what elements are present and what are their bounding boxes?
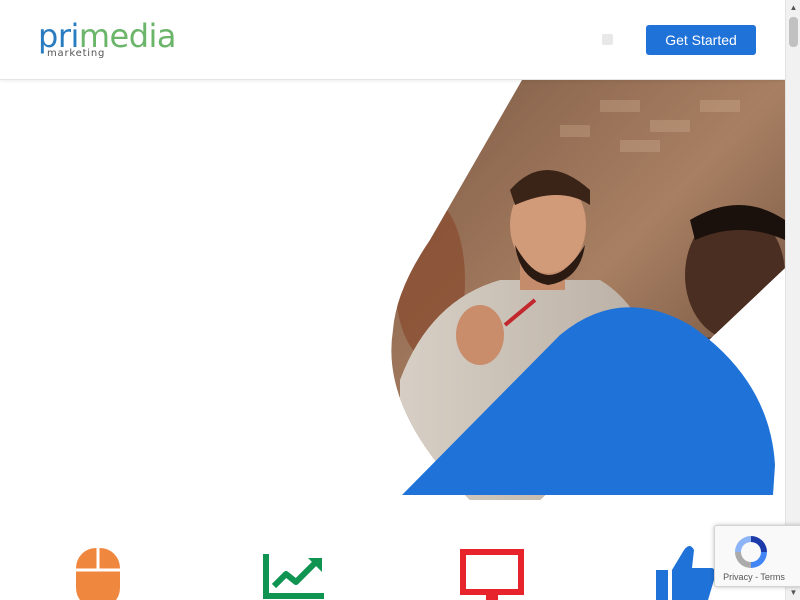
features-row <box>0 540 785 600</box>
page-scrollbar[interactable]: ▲ ▼ <box>785 0 800 600</box>
scroll-down-arrow[interactable]: ▼ <box>786 585 800 600</box>
trending-chart-icon <box>263 554 324 599</box>
site-header: primedia marketing Get Started <box>0 0 785 80</box>
recaptcha-links: Privacy - Terms <box>715 572 793 582</box>
recaptcha-privacy-link[interactable]: Privacy <box>723 572 753 582</box>
hero-graphic <box>391 80 785 500</box>
feature-mouse <box>74 540 122 600</box>
get-started-button[interactable]: Get Started <box>646 25 756 55</box>
primedia-logo[interactable]: primedia marketing <box>38 18 177 62</box>
feature-thumbs-up <box>654 540 718 600</box>
feature-trending <box>262 540 326 600</box>
recaptcha-icon <box>735 536 767 568</box>
menu-toggle-icon[interactable] <box>602 34 613 45</box>
scroll-thumb[interactable] <box>789 17 798 47</box>
thumbs-up-icon <box>656 546 716 600</box>
scroll-up-arrow[interactable]: ▲ <box>786 0 800 15</box>
logo-subtitle: marketing <box>47 48 106 59</box>
mouse-icon <box>76 548 120 600</box>
feature-monitor <box>460 540 524 600</box>
recaptcha-badge[interactable]: Privacy - Terms <box>714 525 800 587</box>
hero-section <box>0 80 785 500</box>
recaptcha-terms-link[interactable]: Terms <box>760 572 785 582</box>
monitor-icon <box>460 549 524 600</box>
